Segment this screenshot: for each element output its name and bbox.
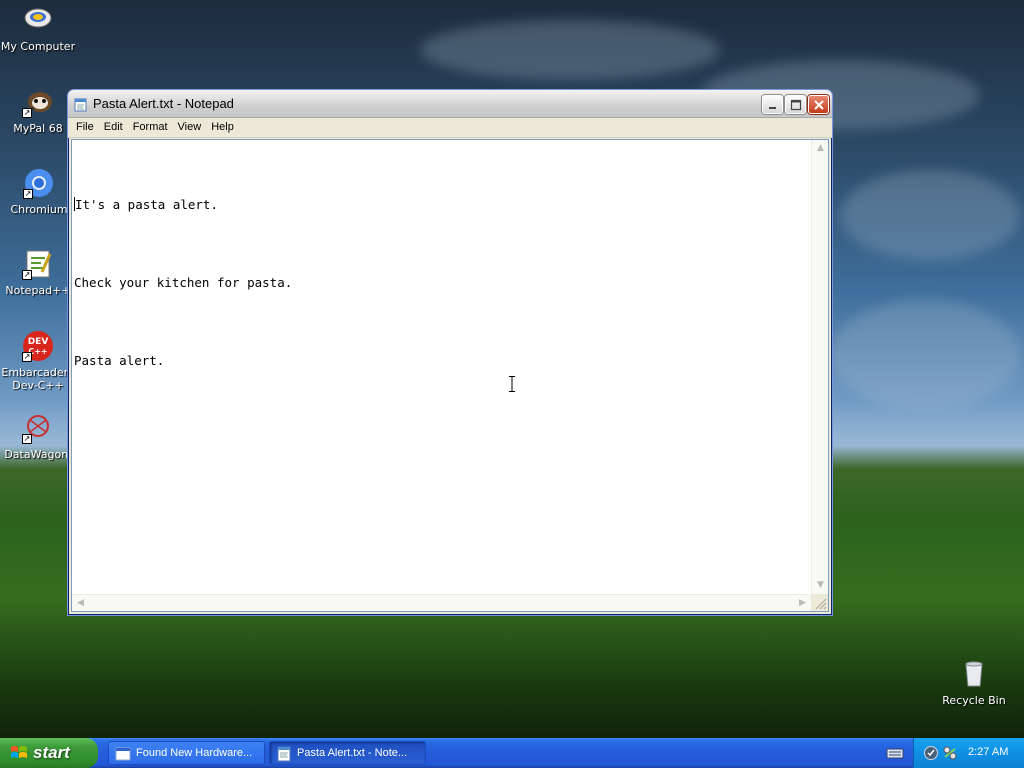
taskbar-item-label: Found New Hardware... (136, 747, 253, 759)
chromium-icon: ↗ (23, 167, 55, 199)
text-line: Pasta alert. (74, 348, 811, 374)
cloud (420, 20, 720, 80)
desktop-icon-label: Notepad++ (5, 284, 71, 297)
text-line-content: Pasta alert. (74, 353, 165, 368)
text-editor[interactable]: It's a pasta alert. Check your kitchen f… (71, 139, 829, 612)
taskbar-item-found-new-hardware[interactable]: Found New Hardware... (108, 741, 265, 765)
horizontal-scrollbar[interactable]: ◀ ▶ (72, 594, 811, 611)
computer-icon (22, 4, 54, 36)
desktop-icon-label: Recycle Bin (942, 694, 1006, 707)
text-line: Check your kitchen for pasta. (74, 270, 811, 296)
security-shield-icon[interactable] (923, 745, 939, 761)
notepad-window[interactable]: Pasta Alert.txt - Notepad File Edit Format… (67, 89, 833, 616)
recycle-bin-icon (958, 658, 990, 690)
shortcut-arrow-icon: ↗ (22, 352, 32, 362)
desktop-icon-label: DataWagon. (4, 448, 72, 461)
desktop-icon-label: Embarcadero Dev-C++ (0, 366, 76, 392)
taskbar: start Found New Hardware... Pasta Alert.… (0, 738, 1024, 768)
windows-flag-icon (10, 745, 28, 761)
menu-format[interactable]: Format (129, 118, 172, 136)
start-button[interactable]: start (0, 738, 98, 768)
minimize-icon (769, 107, 776, 109)
taskbar-item-notepad[interactable]: Pasta Alert.txt - Note... (269, 741, 426, 765)
scroll-up-arrow-icon[interactable]: ▲ (813, 141, 828, 156)
text-line: It's a pasta alert. (74, 192, 811, 218)
title-bar[interactable]: Pasta Alert.txt - Notepad (68, 90, 832, 118)
text-content[interactable]: It's a pasta alert. Check your kitchen f… (74, 140, 811, 594)
window-icon (115, 746, 131, 762)
text-line-content: Check your kitchen for pasta. (74, 275, 293, 290)
desktop-icon-chromium[interactable]: ↗ Chromium (1, 167, 77, 216)
menu-file[interactable]: File (72, 118, 98, 136)
network-icon[interactable] (942, 745, 958, 761)
notepad-icon (74, 97, 88, 112)
scroll-right-arrow-icon[interactable]: ▶ (795, 596, 810, 611)
window-title: Pasta Alert.txt - Notepad (93, 96, 234, 111)
system-tray: 2:27 AM (913, 738, 1024, 768)
datawagon-icon: ↗ (22, 412, 54, 444)
close-icon (814, 100, 824, 110)
notepadpp-icon: ↗ (22, 248, 54, 280)
cloud (830, 300, 1020, 410)
desktop-icon-devcpp[interactable]: DEV C++ ↗ Embarcadero Dev-C++ (0, 330, 76, 392)
taskbar-item-label: Pasta Alert.txt - Note... (297, 747, 408, 759)
maximize-icon (790, 99, 802, 111)
maximize-button[interactable] (785, 95, 806, 114)
close-button[interactable] (808, 95, 829, 114)
shortcut-arrow-icon: ↗ (22, 108, 32, 118)
desktop-icon-datawagon[interactable]: ↗ DataWagon. (0, 412, 76, 461)
dev-icon-text: DEV (28, 337, 49, 347)
scroll-left-arrow-icon[interactable]: ◀ (73, 596, 88, 611)
desktop-icon-label: My Computer (0, 40, 76, 53)
shortcut-arrow-icon: ↗ (22, 434, 32, 444)
menu-view[interactable]: View (174, 118, 206, 136)
scroll-down-arrow-icon[interactable]: ▼ (813, 578, 828, 593)
label-line: Dev-C++ (12, 379, 64, 392)
notepad-icon (276, 746, 292, 762)
desktop-icon-notepadpp[interactable]: ↗ Notepad++ (0, 248, 76, 297)
desktop-icon-my-computer[interactable]: My Computer (0, 4, 76, 53)
shortcut-arrow-icon: ↗ (22, 270, 32, 280)
shortcut-arrow-icon: ↗ (23, 189, 33, 199)
desktop-icon-label: MyPal 68 (13, 122, 63, 135)
clock[interactable]: 2:27 AM (968, 746, 1008, 758)
menu-help[interactable]: Help (207, 118, 238, 136)
keyboard-icon[interactable] (886, 745, 904, 761)
desktop-icon-label: Chromium (10, 203, 68, 216)
mypal-icon: ↗ (22, 86, 54, 118)
text-line-content: It's a pasta alert. (75, 197, 218, 212)
vertical-scrollbar[interactable]: ▲ ▼ (811, 140, 828, 594)
label-line: Embarcadero (1, 366, 75, 379)
start-label: start (33, 743, 70, 762)
desktop-icon-recycle-bin[interactable]: Recycle Bin (936, 658, 1012, 707)
text-cursor-icon (509, 376, 515, 392)
desktop-icon-mypal[interactable]: ↗ MyPal 68 (0, 86, 76, 135)
minimize-button[interactable] (762, 95, 783, 114)
devcpp-icon: DEV C++ ↗ (22, 330, 54, 362)
menu-bar: File Edit Format View Help (68, 118, 832, 138)
resize-grip-icon[interactable] (811, 594, 828, 611)
menu-edit[interactable]: Edit (100, 118, 127, 136)
cloud (840, 170, 1020, 260)
